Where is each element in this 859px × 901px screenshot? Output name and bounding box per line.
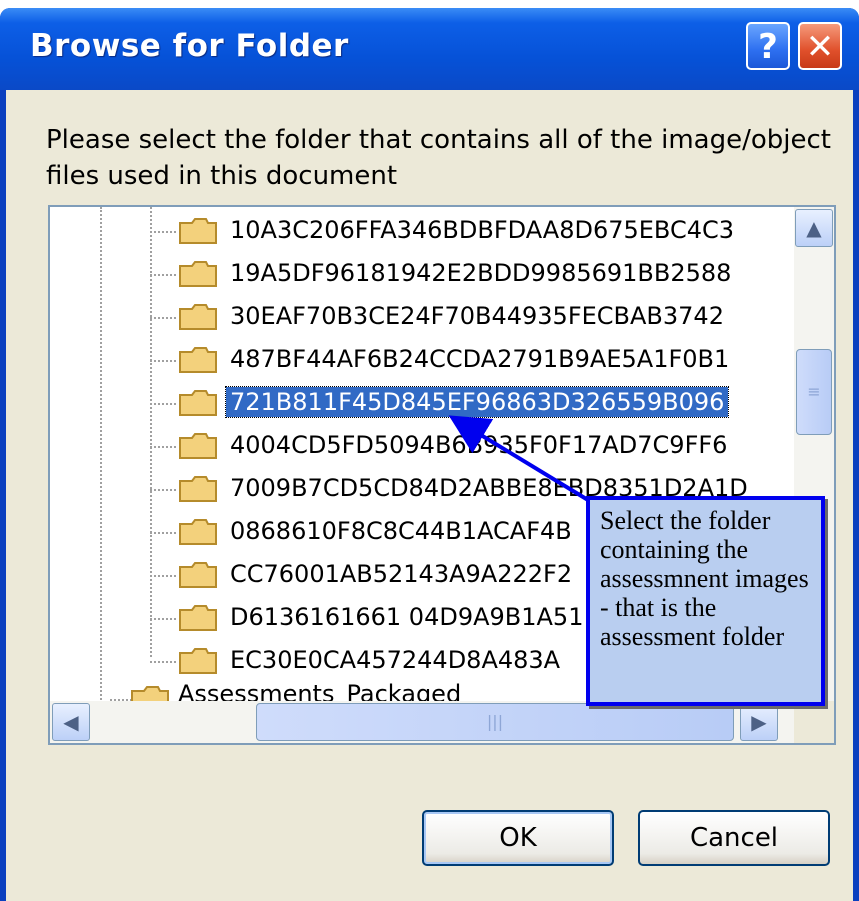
annotation-callout: Select the folder containing the assessm… xyxy=(586,496,825,706)
callout-arrow xyxy=(448,415,590,502)
